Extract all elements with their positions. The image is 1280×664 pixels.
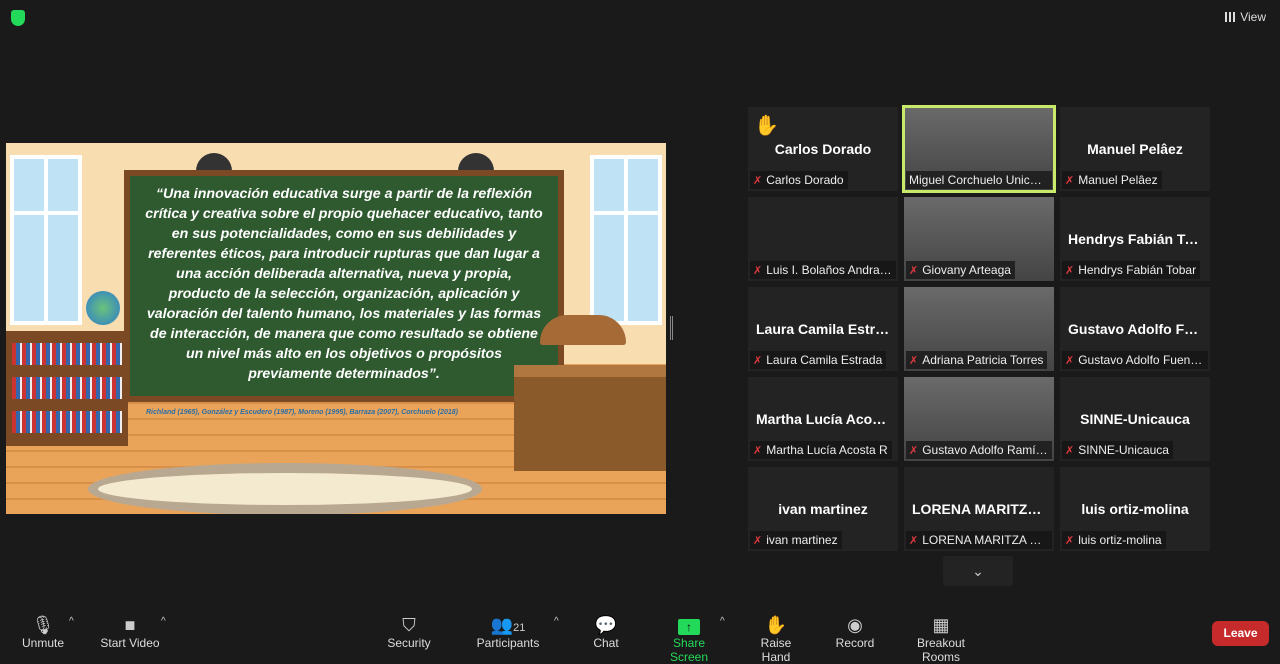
muted-mic-icon: ✗ — [1065, 265, 1075, 277]
participant-display-name: LORENA MARITZA TELLO — [912, 501, 1054, 517]
muted-mic-icon: ✗ — [753, 355, 763, 367]
security-button[interactable]: ⛉ Security — [386, 614, 432, 650]
shared-screen: “Una innovación educativa surge a partir… — [6, 143, 666, 514]
participant-display-name: Carlos Dorado — [774, 141, 872, 157]
encryption-shield-icon[interactable] — [11, 10, 25, 26]
desk — [514, 365, 666, 471]
view-button[interactable]: View — [1225, 10, 1266, 24]
participant-name-label: ✗ Laura Camila Estrada — [750, 351, 887, 369]
leave-button[interactable]: Leave — [1212, 621, 1269, 646]
video-options-caret[interactable]: ^ — [161, 616, 166, 627]
participant-tile[interactable]: ✋ Carlos Dorado ✗ Carlos Dorado — [748, 107, 898, 191]
start-video-button[interactable]: ■ Start Video — [100, 614, 160, 650]
share-options-caret[interactable]: ^ — [720, 616, 725, 627]
participant-tile[interactable]: luis ortiz-molina ✗ luis ortiz-molina — [1060, 467, 1210, 551]
participant-name-label: ✗ Gustavo Adolfo Ramírez — [906, 441, 1052, 459]
globe — [86, 291, 120, 325]
participant-tile[interactable]: SINNE-Unicauca ✗ SINNE-Unicauca — [1060, 377, 1210, 461]
muted-mic-icon: ✗ — [753, 265, 763, 277]
participant-name-label: ✗ Luis I. Bolaños Andrade — [750, 261, 896, 279]
muted-mic-icon: ✗ — [909, 355, 919, 367]
participant-name-label: ✗ SINNE-Unicauca — [1062, 441, 1173, 459]
record-button[interactable]: ◉ Record — [834, 614, 876, 650]
participant-tile[interactable]: ✗ Luis I. Bolaños Andrade — [748, 197, 898, 281]
audio-options-caret[interactable]: ^ — [69, 616, 74, 627]
rug — [88, 463, 482, 514]
participants-caret[interactable]: ^ — [554, 616, 559, 627]
muted-mic-icon: ✗ — [909, 265, 919, 277]
participant-tile[interactable]: Martha Lucía Acosta R ✗ Martha Lucía Acost… — [748, 377, 898, 461]
participant-display-name: SINNE-Unicauca — [1080, 411, 1190, 427]
grid-icon — [1225, 12, 1236, 22]
participant-display-name: Martha Lucía Acosta R — [756, 411, 898, 427]
participant-name-label: ✗ Carlos Dorado — [750, 171, 848, 189]
chalkboard-quote: “Una innovación educativa surge a partir… — [124, 170, 564, 402]
participant-display-name: Gustavo Adolfo Fuentes — [1068, 321, 1210, 337]
chat-icon: 💬 — [594, 615, 618, 635]
meeting-toolbar: 🎙 Unmute ^ ■ Start Video ^ ⛉ Security 👥21 Pa… — [0, 600, 1280, 664]
chevron-down-icon: ⌄ — [972, 563, 984, 579]
muted-mic-icon: ✗ — [753, 175, 763, 187]
window-right — [590, 155, 662, 325]
record-icon: ◉ — [847, 615, 863, 635]
participant-name-label: ✗ Adriana Patricia Torres — [906, 351, 1048, 369]
participant-name-label: ✗ luis ortiz-molina — [1062, 531, 1166, 549]
muted-mic-icon: ✗ — [1065, 535, 1075, 547]
hand-icon: ✋ — [764, 615, 788, 635]
participant-tile[interactable]: Manuel Pelâez ✗ Manuel Pelâez — [1060, 107, 1210, 191]
participant-name-label: ✗ ivan martinez — [750, 531, 842, 549]
citation: Richland (1965), González y Escudero (19… — [146, 409, 458, 416]
participant-tile[interactable]: LORENA MARITZA TELLO ✗LORENA MARITZA TELL… — [904, 467, 1054, 551]
participant-tile[interactable]: ivan martinez ✗ ivan martinez — [748, 467, 898, 551]
window-left — [10, 155, 82, 325]
raised-hand-icon: ✋ — [754, 115, 779, 137]
bookshelf — [6, 331, 128, 446]
participant-tile[interactable]: ✗ Giovany Arteaga — [904, 197, 1054, 281]
muted-mic-icon: ✗ — [1065, 445, 1075, 457]
breakout-rooms-icon: ▦ — [932, 615, 950, 635]
muted-mic-icon: ✗ — [909, 535, 919, 547]
participant-tile[interactable]: ✗ Adriana Patricia Torres — [904, 287, 1054, 371]
muted-mic-icon: ✗ — [753, 445, 763, 457]
participant-tile[interactable]: Hendrys Fabián Tobar ✗ Hendrys Fabián Toba… — [1060, 197, 1210, 281]
unmute-button[interactable]: 🎙 Unmute — [20, 614, 66, 650]
muted-mic-icon: ✗ — [753, 535, 763, 547]
participant-display-name: ivan martinez — [778, 501, 868, 517]
chair — [540, 315, 626, 345]
participant-name-label: ✗ Manuel Pelâez — [1062, 171, 1162, 189]
participant-display-name: Manuel Pelâez — [1087, 141, 1183, 157]
participant-name-label: ✗ Giovany Arteaga — [906, 261, 1015, 279]
participant-gallery: ✋ Carlos Dorado ✗ Carlos Dorado Miguel Corch… — [748, 105, 1210, 551]
participant-display-name: Hendrys Fabián Tobar — [1068, 231, 1210, 247]
participant-tile[interactable]: Gustavo Adolfo Fuentes ✗Gustavo Adolfo Fu… — [1060, 287, 1210, 371]
participant-tile[interactable]: Laura Camila Estrada ✗ Laura Camila Estrad… — [748, 287, 898, 371]
participant-name-label: ✗ Gustavo Adolfo Fuentes — [1062, 351, 1208, 369]
chat-button[interactable]: 💬 Chat — [588, 614, 624, 650]
resize-handle[interactable] — [670, 316, 673, 340]
participant-name-label: ✗ Martha Lucía Acosta R — [750, 441, 892, 459]
participant-name-label: ✗LORENA MARITZA TELLO — [906, 531, 1052, 549]
participant-tile[interactable]: ✗ Gustavo Adolfo Ramírez — [904, 377, 1054, 461]
participants-button[interactable]: 👥21 Participants — [476, 614, 540, 650]
participant-name-label: ✗ Hendrys Fabián Tobar — [1062, 261, 1201, 279]
shield-icon: ⛉ — [402, 615, 416, 635]
participants-icon: 👥21 — [490, 615, 526, 635]
muted-mic-icon: ✗ — [1065, 355, 1075, 367]
participant-display-name: luis ortiz-molina — [1081, 501, 1189, 517]
muted-mic-icon: ✗ — [909, 445, 919, 457]
share-screen-icon: ↑ — [654, 614, 724, 636]
participant-tile[interactable]: Miguel Corchuelo Unicauca — [902, 105, 1056, 193]
next-page-button[interactable]: ⌄ — [943, 556, 1013, 586]
participant-display-name: Laura Camila Estrada — [756, 321, 898, 337]
video-off-icon: ■ — [124, 615, 136, 635]
muted-mic-icon: 🎙 — [31, 615, 55, 635]
participant-name-label: Miguel Corchuelo Unicauca — [906, 171, 1052, 189]
muted-mic-icon: ✗ — [1065, 175, 1075, 187]
